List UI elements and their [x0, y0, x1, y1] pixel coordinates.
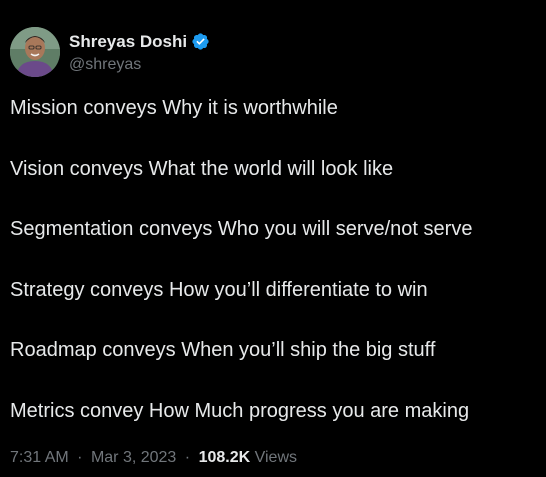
author-display-name[interactable]: Shreyas Doshi — [69, 32, 187, 52]
tweet-time[interactable]: 7:31 AM — [10, 449, 69, 466]
tweet-text: Mission conveys Why it is worthwhile Vis… — [10, 96, 540, 459]
verified-badge-icon — [191, 32, 210, 51]
views-count: 108.2K — [198, 449, 251, 466]
author-names: Shreyas Doshi @shreyas — [69, 31, 210, 74]
tweet-card: Shreyas Doshi @shreyas Mission conveys W… — [0, 0, 546, 477]
tweet-header: Shreyas Doshi @shreyas — [10, 27, 210, 77]
avatar-image — [10, 27, 60, 77]
tweet-line-strategy: Strategy conveys How you’ll differentiat… — [10, 278, 428, 301]
author-handle[interactable]: @shreyas — [69, 56, 210, 74]
tweet-line-vision: Vision conveys What the world will look … — [10, 157, 394, 180]
meta-separator: · — [184, 449, 191, 466]
tweet-line-segmentation: Segmentation conveys Who you will serve/… — [10, 218, 473, 240]
avatar[interactable] — [10, 27, 60, 77]
tweet-line-roadmap: Roadmap conveys When you’ll ship the big… — [10, 339, 436, 361]
meta-separator: · — [77, 449, 83, 466]
tweet-line-metrics: Metrics convey How Much progress you are… — [10, 399, 470, 422]
name-row: Shreyas Doshi — [69, 31, 210, 53]
tweet-line-mission: Mission conveys Why it is worthwhile — [10, 97, 338, 119]
tweet-meta: 7:31 AM · Mar 3, 2023 · 108.2K Views — [10, 447, 297, 469]
views-label: Views — [254, 449, 297, 466]
tweet-date[interactable]: Mar 3, 2023 — [91, 449, 176, 466]
